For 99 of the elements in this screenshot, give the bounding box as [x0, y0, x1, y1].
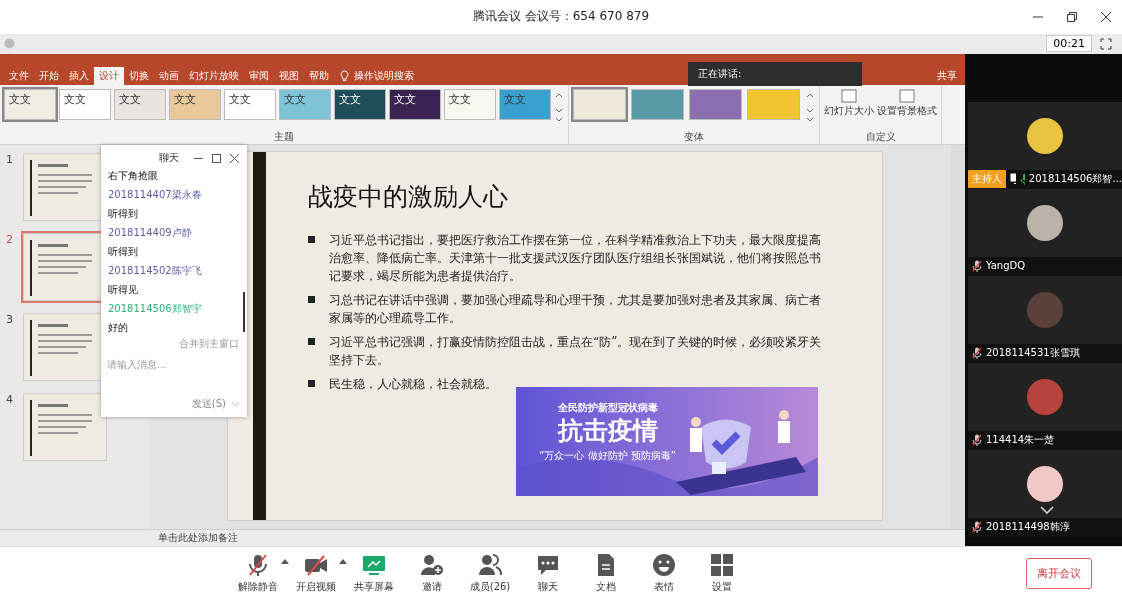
bullet-icon: [308, 296, 315, 304]
banner-slogan: “万众一心 做好防护 预防病毒”: [539, 449, 676, 464]
settings-icon: [710, 552, 734, 577]
toolbar-button[interactable]: 开启视频: [287, 552, 345, 594]
slide-number: 3: [6, 313, 13, 327]
bullet-text: 习近平总书记强调，打赢疫情防控阻击战，重点在“防”。现在到了关键的时候，必须咬紧牙关坚持下去。: [329, 334, 823, 370]
menu-tab[interactable]: 幻灯片放映: [184, 67, 244, 86]
theme-swatch[interactable]: 文文: [334, 89, 386, 121]
toolbar-button[interactable]: 聊天: [519, 552, 577, 594]
toolbar-button[interactable]: 设置: [693, 552, 751, 594]
toolbar-button[interactable]: 共享屏幕: [345, 552, 403, 594]
maximize-icon[interactable]: [212, 153, 221, 163]
chat-title: 聊天: [159, 151, 179, 165]
sender-name: 2018114409卢静: [108, 226, 192, 240]
participant-name: 2018114531张雪琪: [986, 345, 1080, 360]
chat-message: 右下角抢眼: [108, 169, 158, 183]
notes-field[interactable]: 单击此处添加备注: [0, 528, 965, 546]
toolbar-button[interactable]: 表情: [635, 552, 693, 594]
chat-message: 好的: [108, 321, 128, 335]
group-label: 自定义: [865, 130, 896, 145]
bullet-text: 民生稳，人心就稳，社会就稳。: [329, 376, 497, 394]
tell-me-search[interactable]: 操作说明搜索: [349, 67, 419, 86]
members-icon: [478, 552, 502, 577]
slide-thumbnail[interactable]: [23, 393, 107, 462]
bullet-text: 习近平总书记指出，要把医疗救治工作摆在第一位，在科学精准救治上下功夫，最大限度提高治愈率、降低病亡率。天津第十一批支援武汉医疗团队医疗组组长张国斌说，他们将按照总书记要求，竭尽所能为患者提供治疗。: [329, 232, 822, 286]
speaking-tooltip: 正在讲话:: [688, 62, 862, 86]
chat-message: 听得到: [108, 207, 138, 221]
variant-swatch[interactable]: [631, 89, 684, 121]
fullscreen-icon[interactable]: [1100, 37, 1112, 50]
toolbar-button[interactable]: 邀请: [403, 552, 461, 594]
theme-swatch[interactable]: 文文: [4, 89, 56, 121]
leave-meeting-button[interactable]: 离开会议: [1026, 557, 1092, 589]
toolbar-button[interactable]: 文档: [577, 552, 635, 594]
toolbar-button[interactable]: 解除静音: [229, 552, 287, 594]
slide-title: 战疫中的激励人心: [308, 181, 509, 214]
variant-swatch[interactable]: [689, 89, 742, 121]
menu-tab[interactable]: 视图: [274, 67, 304, 86]
banner-subtitle: 全民防护新型冠状病毒: [557, 401, 658, 416]
menu-tab[interactable]: 帮助: [304, 67, 334, 86]
group-label: 主题: [274, 130, 294, 145]
ribbon-button[interactable]: 设置背景格式: [877, 89, 937, 118]
theme-swatch[interactable]: 文文: [499, 89, 551, 121]
slide-number: 4: [6, 393, 13, 407]
message-input[interactable]: 请输入消息...: [107, 357, 227, 371]
close-icon[interactable]: [230, 153, 239, 163]
invite-icon: [420, 552, 444, 577]
emoji-icon: [652, 552, 676, 577]
participant-name: 2018114506郑智...: [1028, 171, 1122, 186]
window-title: 腾讯会议 会议号：654 670 879: [472, 8, 650, 26]
theme-swatch[interactable]: 文文: [389, 89, 441, 121]
scroll-bar[interactable]: [951, 145, 965, 529]
chevron-down-icon[interactable]: [1040, 505, 1054, 514]
theme-swatch[interactable]: 文文: [279, 89, 331, 121]
sender-name: 2018114502陈宇飞: [108, 264, 202, 278]
participant-name: 2018114498韩淳: [986, 519, 1070, 534]
menu-tab[interactable]: 审阅: [244, 67, 274, 86]
slide-icon: [899, 89, 915, 104]
slide-icon: [841, 89, 857, 104]
banner-title: 抗击疫情: [557, 415, 658, 448]
send-button[interactable]: 发送(S): [191, 397, 226, 411]
theme-swatch[interactable]: 文文: [59, 89, 111, 121]
slide-number: 1: [6, 153, 13, 167]
theme-swatch[interactable]: 文文: [114, 89, 166, 121]
bullet-icon: [308, 338, 315, 346]
bullet-icon: [308, 380, 315, 388]
restore-icon[interactable]: [1066, 11, 1078, 23]
menu-tab[interactable]: 切换: [124, 67, 154, 86]
menu-tab[interactable]: 动画: [154, 67, 184, 86]
sender-name: 2018114506郑智宇: [108, 302, 202, 316]
bullet-icon: [308, 236, 315, 244]
menu-tab[interactable]: 开始: [34, 67, 64, 86]
caret-icon[interactable]: [281, 558, 289, 564]
chat-message: 听得见: [108, 283, 138, 297]
host-badge: 主持人: [968, 169, 1006, 188]
menu-tab[interactable]: 设计: [94, 67, 124, 86]
mic-icon: [246, 552, 270, 577]
sender-name: 2018114407梁永春: [108, 188, 202, 202]
theme-swatch[interactable]: 文文: [169, 89, 221, 121]
variant-swatch[interactable]: [573, 89, 626, 121]
bullet-text: 习总书记在讲话中强调，要加强心理疏导和心理干预，尤其是要加强对患者及其家属、病亡者家属等的心理疏导工作。: [329, 292, 822, 328]
chat-message: 听得到: [108, 245, 138, 259]
participant-name: YangDQ: [986, 260, 1026, 271]
share-button[interactable]: 共享: [937, 69, 957, 84]
toolbar-button[interactable]: 成员(26): [461, 552, 519, 594]
close-icon[interactable]: [1100, 11, 1112, 23]
lightbulb-icon: [340, 70, 349, 83]
menu-tab[interactable]: 文件: [4, 67, 34, 86]
participant-name: 114414朱一楚: [986, 432, 1055, 447]
shield-icon: [4, 38, 15, 50]
group-label: 变体: [684, 130, 704, 145]
slide-number: 2: [6, 233, 13, 247]
caret-icon[interactable]: [339, 558, 347, 564]
meeting-timer: 00:21: [1046, 35, 1092, 53]
theme-swatch[interactable]: 文文: [444, 89, 496, 121]
theme-swatch[interactable]: 文文: [224, 89, 276, 121]
ribbon-button[interactable]: 幻灯片大小: [824, 89, 874, 118]
variant-swatch[interactable]: [747, 89, 800, 121]
menu-tab[interactable]: 插入: [64, 67, 94, 86]
scroll-thumb[interactable]: [243, 292, 245, 332]
